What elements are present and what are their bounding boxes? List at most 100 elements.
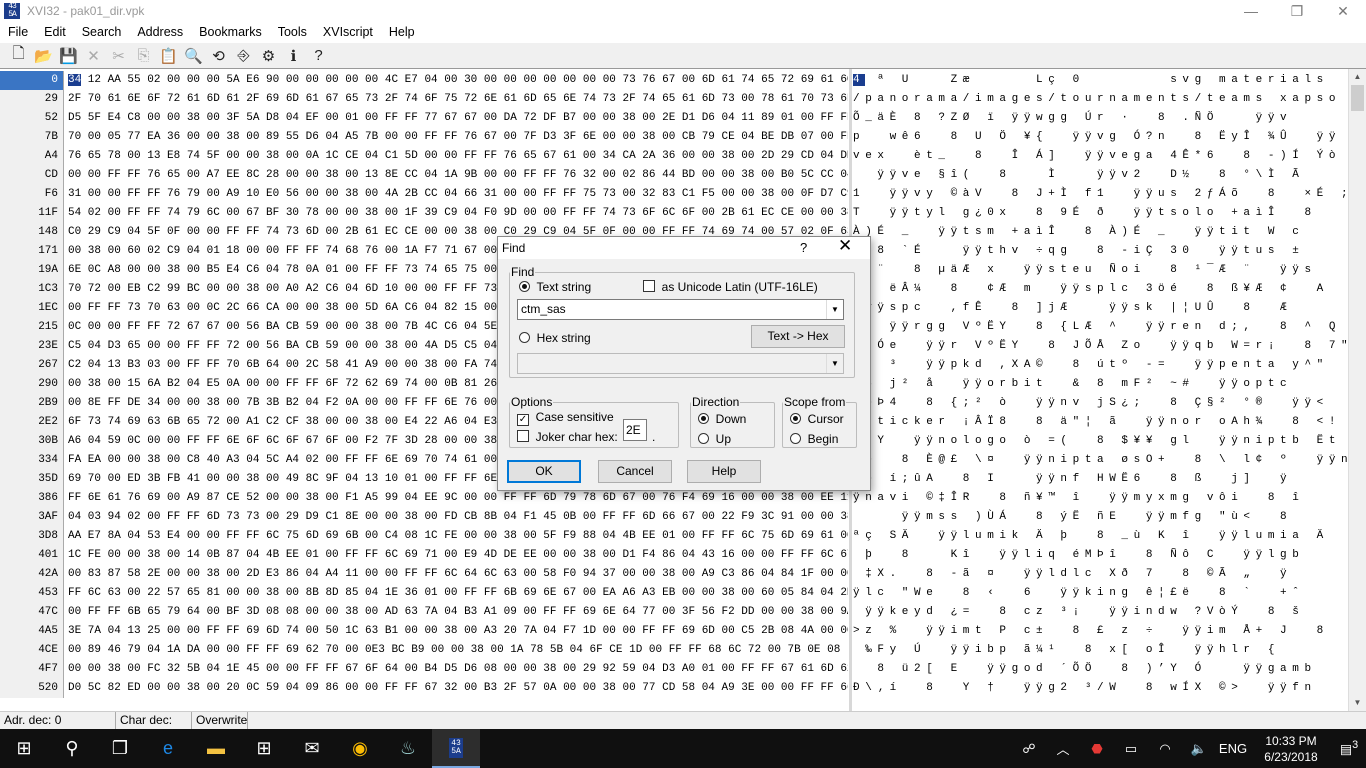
help-button[interactable]: Help [687, 460, 761, 483]
text-row[interactable]: ‰Fy Ú ÿÿibp ã¼¹ 8 x[ oÎ ÿÿhlr { [853, 641, 1347, 660]
notification-icon[interactable]: ▤3 [1332, 739, 1366, 757]
search-icon[interactable]: ⚲ [48, 729, 96, 768]
ok-button[interactable]: OK [507, 460, 581, 483]
text-row[interactable]: ‡X. 8 -ã ¤ ÿÿldlc Xð 7 8 ©Ã „ ÿ [853, 565, 1347, 584]
store-icon[interactable]: ⊞ [240, 729, 288, 768]
chevron-down-icon[interactable]: ▼ [826, 300, 843, 319]
hex-row[interactable]: 31 00 00 FF FF 76 79 00 A9 10 E0 56 00 0… [66, 185, 848, 204]
hex-row[interactable]: FF 6E 61 76 69 00 A9 87 CE 52 00 00 38 0… [66, 489, 848, 508]
menu-address[interactable]: Address [129, 22, 191, 43]
unicode-checkbox[interactable]: as Unicode Latin (UTF-16LE) [643, 280, 818, 294]
vertical-scrollbar[interactable]: ▲ ▼ [1348, 69, 1366, 712]
hex-row[interactable]: 00 89 46 79 04 1A DA 00 00 FF FF 69 62 7… [66, 641, 848, 660]
text-row[interactable]: ÿÿkeyd ¿= 8 ­cz ³¡ ÿÿindw ?VòÝ 8 š [853, 603, 1347, 622]
text-row[interactable]: ÿÿve §î( 8 Ì ÿÿv2 D½ 8 °\Ì Ã [853, 166, 1347, 185]
open-folder-icon[interactable]: 📂 [31, 45, 56, 67]
goto-icon[interactable]: ⎆ [231, 45, 256, 67]
wifi-icon[interactable]: ◠ [1148, 741, 1182, 757]
about-icon[interactable]: ℹ [281, 45, 306, 67]
menu-help[interactable]: Help [381, 22, 423, 43]
text-column[interactable]: 4 ª U Zæ Lç 0 svg materials/panorama/ima… [853, 71, 1347, 698]
text-row[interactable]: þ 8 Kî ÿÿliq éMÞî 8 Ñô C ÿÿlgb [853, 546, 1347, 565]
steam-icon[interactable]: ♨ [384, 729, 432, 768]
hex-row[interactable]: D5 5F E4 C8 00 00 38 00 3F 5A D8 04 EF 0… [66, 109, 848, 128]
menu-search[interactable]: Search [74, 22, 130, 43]
text-row[interactable]: ªç SÄ ÿÿlumik Ä þ 8 _ù K î ÿÿlumia Ä [853, 527, 1347, 546]
text-row[interactable]: ÿÿmss )ÙÁ 8 ýË ñE ÿÿmfg "ù< 8 [853, 508, 1347, 527]
text-row[interactable]: þÞ4 8 {;² ò ÿÿnv jS¿; 8 Ç§² °® ÿÿ< [853, 394, 1347, 413]
text-row[interactable]: >z % ÿÿimt P c± 8 £ z ÷ ÿÿim Å+ J 8 [853, 622, 1347, 641]
paste-icon[interactable]: 📋 [156, 45, 181, 67]
show-hidden-icons-icon[interactable]: ︿ [1046, 739, 1080, 758]
text-row[interactable]: n ¨ 8 µäÆ x ÿÿsteu Ñoi 8 ¹¯Æ ¨ ÿÿs [853, 261, 1347, 280]
people-icon[interactable]: ☍ [1012, 741, 1046, 757]
replace-icon[interactable]: ⟲ [206, 45, 231, 67]
hex-row[interactable]: 3E 7A 04 13 25 00 00 FF FF 69 6D 74 00 5… [66, 622, 848, 641]
text-row[interactable]: ÿÿspc ,fÊ 8 ]jÆ ÿÿsk |¦UÛ 8 Æ [853, 299, 1347, 318]
hex-row[interactable]: 00 FF FF 6B 65 79 64 00 BF 3D 08 08 00 0… [66, 603, 848, 622]
menu-edit[interactable]: Edit [36, 22, 74, 43]
hex-row[interactable]: 54 02 00 FF FF 74 79 6C 00 67 BF 30 78 0… [66, 204, 848, 223]
cut-icon[interactable]: ✂ [106, 45, 131, 67]
text-row[interactable]: Ð\‚í 8 Y † ÿÿg2 ³/W 8 wÍX ©> ÿÿfn [853, 679, 1347, 698]
hex-string-combobox[interactable]: ▼ [517, 353, 844, 374]
text-row[interactable]: 8 `É ÿÿthv ÷qg 8 -iÇ 30 ÿÿtus ± [853, 242, 1347, 261]
hex-row[interactable]: 70 00 05 77 EA 36 00 00 38 00 89 55 D6 0… [66, 128, 848, 147]
text-row[interactable]: ip í;ûA 8 I ÿÿnf HWË6 8 ß j] ÿ [853, 470, 1347, 489]
hex-row[interactable]: AA E7 8A 04 53 E4 00 00 FF FF 6C 75 6D 6… [66, 527, 848, 546]
text-row[interactable]: 8 ü2[ E ÿÿgod ´ÕÖ 8 )’Y Ó ÿÿgamb [853, 660, 1347, 679]
hex-row[interactable]: 76 65 78 00 13 E8 74 5F 00 00 38 00 0A 1… [66, 147, 848, 166]
text-row[interactable]: 4 ª U Zæ Lç 0 svg materials [853, 71, 1347, 90]
new-file-icon[interactable]: 🗋 [6, 45, 31, 67]
search-text-combobox[interactable]: ctm_sas ▼ [517, 299, 844, 320]
text-string-radio[interactable]: Text string [519, 280, 591, 294]
restore-button[interactable]: ❐ [1274, 0, 1320, 22]
file-explorer-icon[interactable]: ▬ [192, 729, 240, 768]
search-text-value[interactable]: ctm_sas [521, 302, 566, 316]
text-row[interactable]: osticker ¡ÂÏ8 8 ä"¦ ã ÿÿnor oAh¾ 8 <! [853, 413, 1347, 432]
scope-begin-radio[interactable]: Begin [790, 432, 838, 446]
menu-xviscript[interactable]: XVIscript [315, 22, 381, 43]
cancel-button[interactable]: Cancel [598, 460, 672, 483]
help-icon[interactable]: ? [800, 237, 807, 259]
close-icon[interactable]: ✕ [838, 235, 852, 257]
task-view-icon[interactable]: ❐ [96, 729, 144, 768]
chrome-icon[interactable]: ◉ [336, 729, 384, 768]
joker-hex-input[interactable]: 2E [623, 419, 647, 441]
hex-string-radio[interactable]: Hex string [519, 331, 591, 345]
context-help-icon[interactable]: ? [306, 45, 331, 67]
direction-up-radio[interactable]: Up [698, 432, 731, 446]
menu-bookmarks[interactable]: Bookmarks [191, 22, 270, 43]
hex-row[interactable]: 04 03 94 02 00 FF FF 6D 73 73 00 29 D9 C… [66, 508, 848, 527]
clock[interactable]: 10:33 PM 6/23/2018 [1250, 733, 1332, 765]
hex-row[interactable]: 1C FE 00 00 38 00 14 0B 87 04 4B EE 01 0… [66, 546, 848, 565]
text-row[interactable]: Â ³ ÿÿpkd ,XA© 8 útº -= ÿÿpenta y^" [853, 356, 1347, 375]
hex-row[interactable]: 00 83 87 58 2E 00 00 38 00 2D E3 86 04 A… [66, 565, 848, 584]
text-row[interactable]: T ÿÿtyl g¿0x 8 9É ð ÿÿtsolo +aìÎ 8 [853, 204, 1347, 223]
menu-tools[interactable]: Tools [270, 22, 315, 43]
close-file-icon[interactable]: ✕ [81, 45, 106, 67]
battery-icon[interactable]: ▭ [1114, 741, 1148, 757]
text-row[interactable]: úê 8 È@£ \¤ ÿÿnipta øsO+ 8 \ l¢ º ÿÿn [853, 451, 1347, 470]
selected-char[interactable]: 4 [853, 74, 866, 86]
text-row[interactable]: Õ_äÈ 8 ?ZØ ï ÿÿwgg Úr · 8 .ÑÖ ÿÿv [853, 109, 1347, 128]
text-row[interactable]: vex èt_ 8 Î Á] ÿÿvega 4Ê*6 8 -)Í Ýò [853, 147, 1347, 166]
volume-icon[interactable]: 🔈 [1182, 741, 1216, 757]
text-row[interactable]: /panorama/images/tournaments/teams xapso [853, 90, 1347, 109]
text-row[interactable]: ÿnavi ©‡ÎR 8 ñ¥™ î ÿÿmyxmg vôi 8 î [853, 489, 1347, 508]
xvi32-taskbar-icon[interactable]: 43 5A [432, 729, 480, 768]
text-row[interactable]: ¦ Y ÿÿnologo ò =( 8 $¥¥ gl ÿÿniptb Ët [853, 432, 1347, 451]
text-row[interactable]: À)É _ ÿÿtsm +aìÎ 8 À)É _ ÿÿtit W c [853, 223, 1347, 242]
windows-start-icon[interactable]: ⊞ [0, 729, 48, 768]
case-sensitive-checkbox[interactable]: ✓ Case sensitive [517, 410, 614, 426]
text-row[interactable]: Å Óe ÿÿr VºËY 8 JÕÅ Zo ÿÿqb W=r¡ 8 7" [853, 337, 1347, 356]
text-row[interactable]: p wê6 8 U Ö ¥{ ÿÿvg Ó?n 8 ËyÎ ¾Û ÿÿ [853, 128, 1347, 147]
hex-row[interactable]: FF 6C 63 00 22 57 65 81 00 00 38 00 8B 8… [66, 584, 848, 603]
find-icon[interactable]: 🔍 [181, 45, 206, 67]
direction-down-radio[interactable]: Down [698, 412, 746, 426]
hex-row[interactable]: 00 00 38 00 FC 32 5B 04 1E 45 00 00 FF F… [66, 660, 848, 679]
save-icon[interactable]: 💾 [56, 45, 81, 67]
text-row[interactable]: ÿlc "We 8 ‹ 6 ÿÿking ê¦£ë 8 ` +ˆ [853, 584, 1347, 603]
text-row[interactable]: 8 j² å ÿÿorbit & 8 mF² ~# ÿÿoptc [853, 375, 1347, 394]
scroll-up-icon[interactable]: ▲ [1349, 69, 1366, 85]
